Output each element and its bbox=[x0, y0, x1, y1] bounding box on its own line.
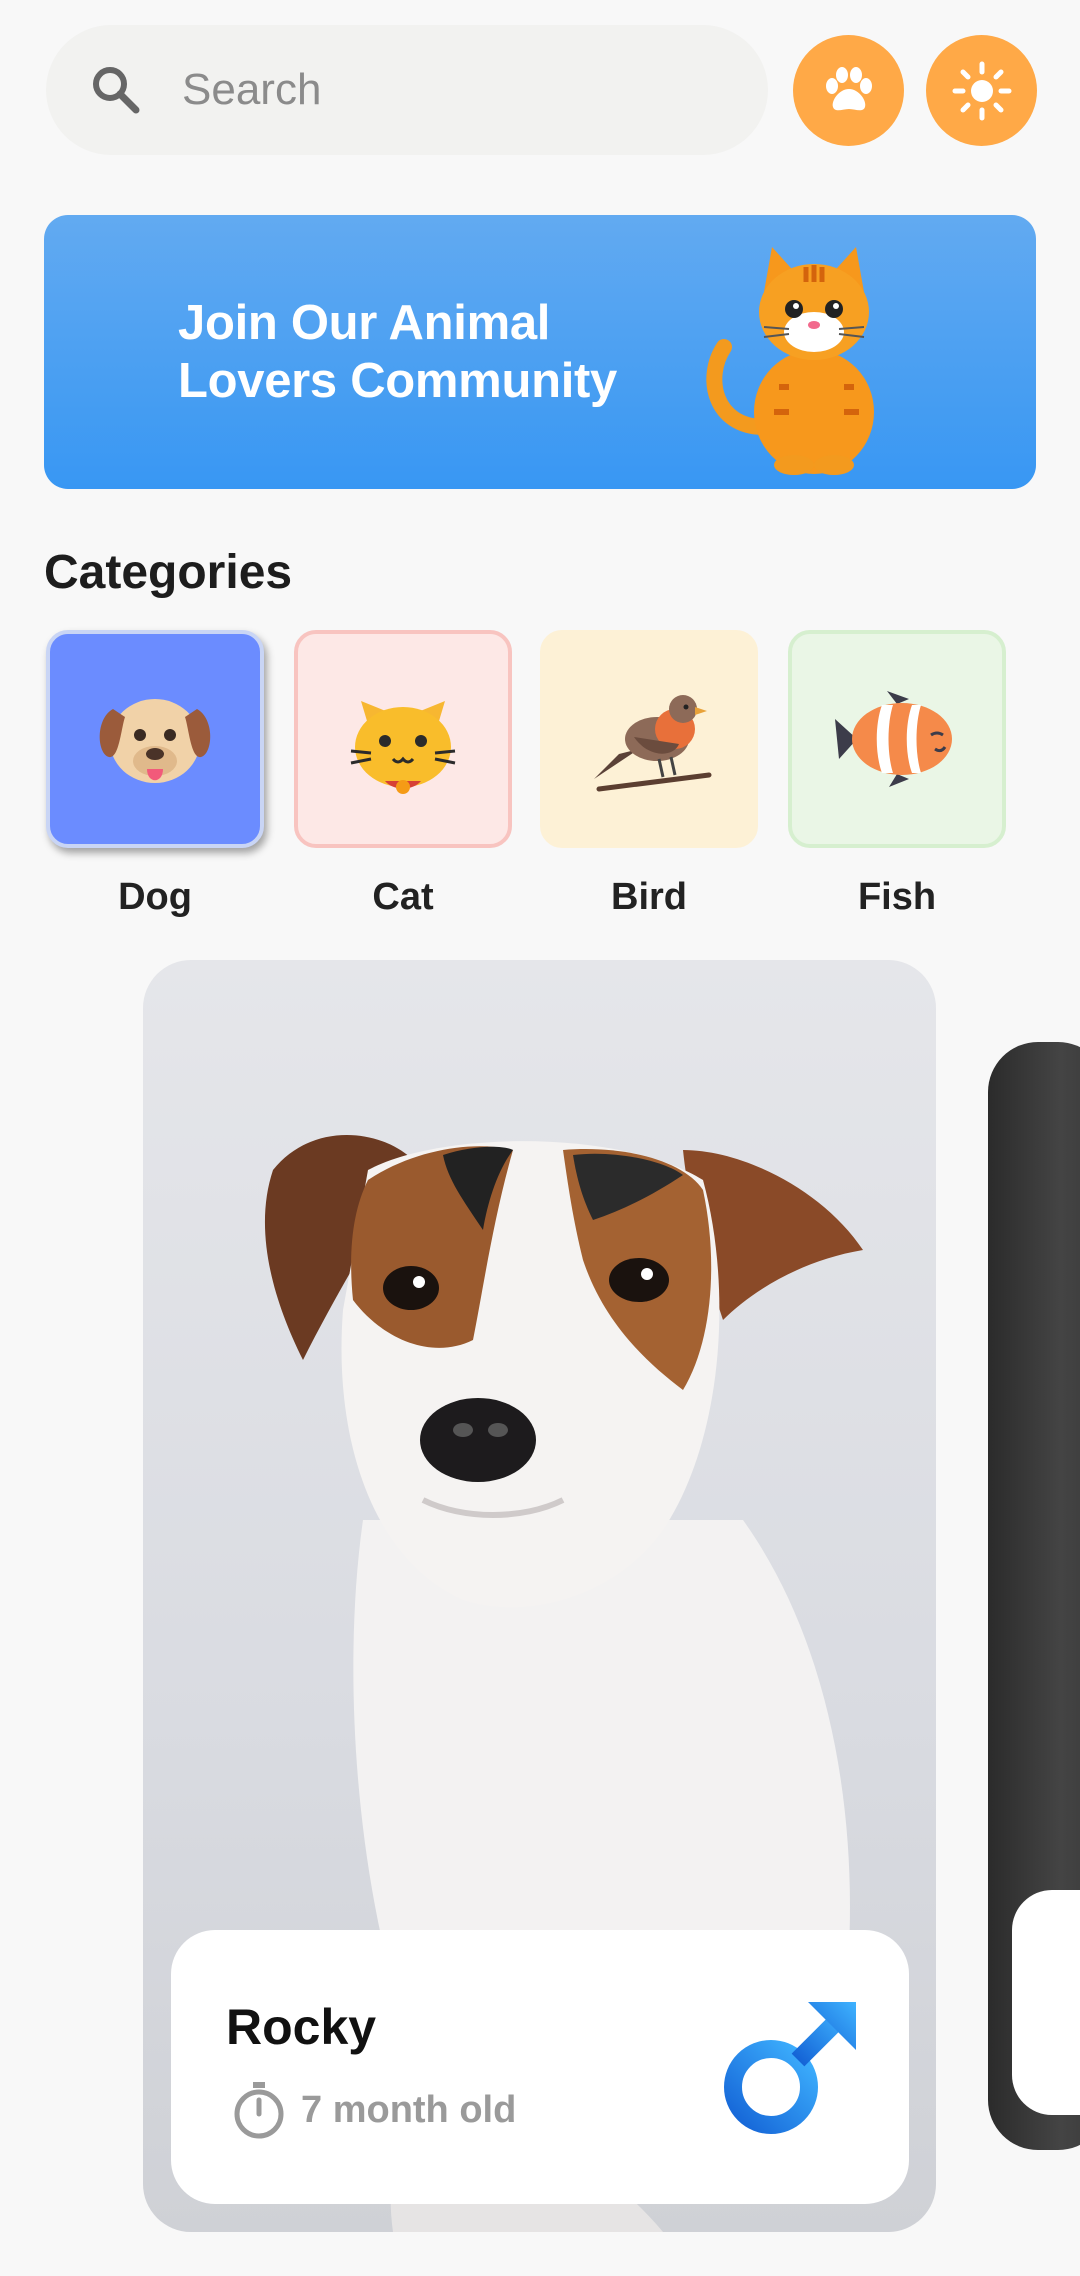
pet-age-row: 7 month old bbox=[231, 2080, 516, 2140]
stopwatch-icon bbox=[234, 2082, 284, 2139]
banner-title-line2: Lovers Community bbox=[178, 354, 617, 408]
paw-icon bbox=[825, 66, 872, 110]
search-placeholder[interactable]: Search bbox=[182, 65, 321, 115]
pet-card[interactable]: Rocky 7 month old bbox=[143, 960, 936, 2232]
category-fish-tile[interactable] bbox=[788, 630, 1006, 848]
category-dog-tile[interactable] bbox=[46, 630, 264, 848]
pet-info-panel: Rocky 7 month old bbox=[171, 1930, 909, 2204]
pet-home-screen: Search Join Our Animal Lovers Community bbox=[0, 0, 1080, 2276]
banner-title-line1: Join Our Animal bbox=[178, 296, 551, 350]
cat-icon bbox=[350, 701, 456, 794]
male-icon bbox=[724, 2002, 856, 2134]
category-dog-label: Dog bbox=[118, 876, 192, 918]
bird-icon bbox=[594, 695, 712, 792]
category-cat-tile[interactable] bbox=[294, 630, 512, 848]
search-bar[interactable]: Search bbox=[46, 25, 768, 155]
category-bird-label: Bird bbox=[611, 876, 687, 918]
category-bird-tile[interactable] bbox=[540, 630, 758, 848]
sun-icon bbox=[952, 61, 1011, 120]
community-banner[interactable]: Join Our Animal Lovers Community bbox=[44, 215, 1036, 489]
search-icon bbox=[93, 67, 140, 114]
fish-icon bbox=[835, 691, 952, 787]
pet-age: 7 month old bbox=[301, 2088, 517, 2131]
categories-heading: Categories bbox=[44, 546, 293, 599]
dog-icon bbox=[99, 699, 211, 783]
pet-name: Rocky bbox=[226, 1999, 377, 2055]
theme-toggle-button[interactable] bbox=[926, 35, 1037, 146]
paw-button[interactable] bbox=[793, 35, 904, 146]
category-cat-label: Cat bbox=[372, 876, 434, 918]
category-fish-label: Fish bbox=[857, 876, 937, 918]
cat-illustration bbox=[706, 247, 874, 475]
next-pet-info-panel bbox=[1012, 1890, 1080, 2115]
